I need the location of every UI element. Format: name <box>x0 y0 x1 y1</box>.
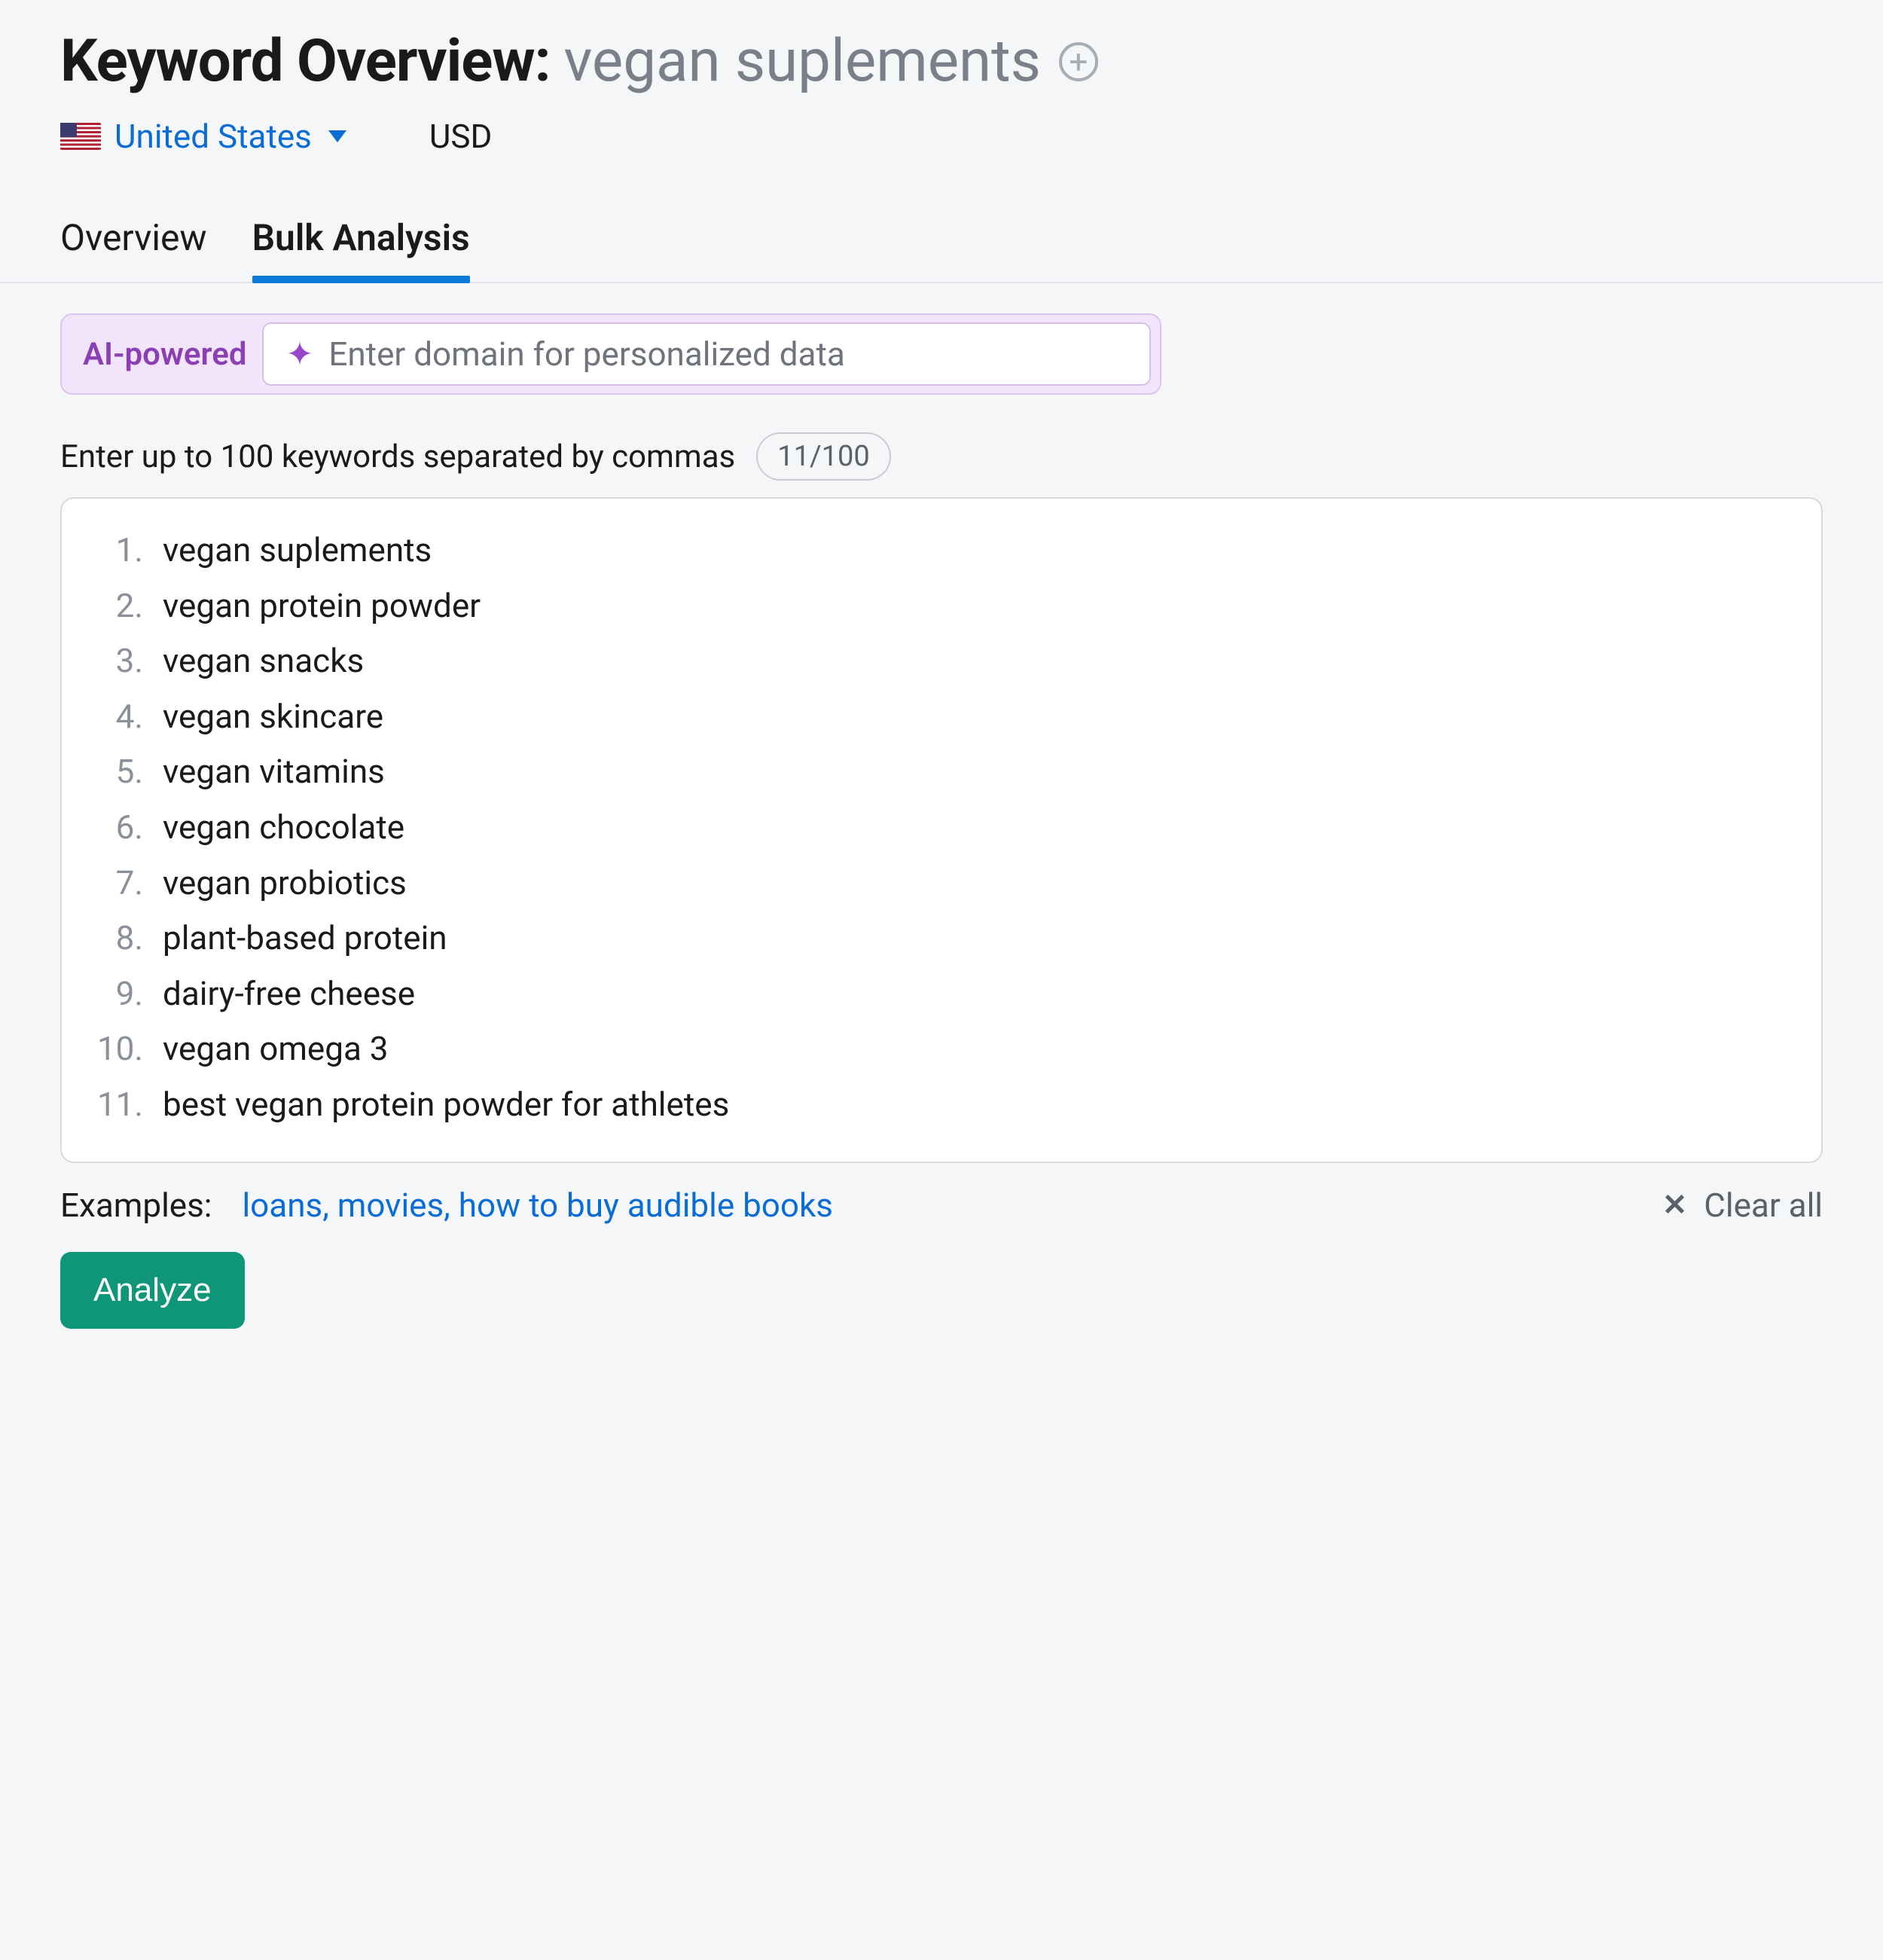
keyword-number: 10. <box>95 1026 143 1073</box>
keyword-limit-label: Enter up to 100 keywords separated by co… <box>60 438 735 475</box>
keyword-number: 4. <box>95 694 143 740</box>
keyword-row: 7. vegan probiotics <box>95 856 1788 911</box>
keyword-count-pill: 11/100 <box>756 432 890 481</box>
examples-link[interactable]: loans, movies, how to buy audible books <box>242 1186 833 1225</box>
keyword-text: best vegan protein powder for athletes <box>163 1082 729 1128</box>
domain-input[interactable]: ✦ Enter domain for personalized data <box>262 322 1151 386</box>
us-flag-icon <box>60 123 101 150</box>
chevron-down-icon <box>328 130 346 142</box>
close-icon: ✕ <box>1662 1187 1688 1223</box>
examples-label: Examples: <box>60 1186 212 1225</box>
keyword-number: 5. <box>95 749 143 795</box>
sparkle-icon: ✦ <box>286 337 314 371</box>
keyword-row: 9. dairy-free cheese <box>95 966 1788 1022</box>
add-keyword-icon[interactable]: + <box>1059 42 1098 81</box>
keyword-number: 8. <box>95 915 143 962</box>
page-title-prefix: Keyword Overview: <box>60 27 551 96</box>
clear-all-button[interactable]: ✕ Clear all <box>1662 1186 1823 1225</box>
keyword-number: 9. <box>95 971 143 1018</box>
domain-placeholder: Enter domain for personalized data <box>328 334 844 374</box>
keyword-text: dairy-free cheese <box>163 971 415 1018</box>
ai-bar: AI-powered ✦ Enter domain for personaliz… <box>60 313 1161 395</box>
keyword-row: 5. vegan vitamins <box>95 744 1788 800</box>
currency-label: USD <box>429 117 493 156</box>
keyword-row: 1. vegan suplements <box>95 523 1788 579</box>
clear-all-label: Clear all <box>1704 1186 1823 1225</box>
analyze-button[interactable]: Analyze <box>60 1252 245 1329</box>
country-select[interactable]: United States <box>60 117 346 156</box>
keyword-row: 2. vegan protein powder <box>95 579 1788 634</box>
keyword-number: 1. <box>95 527 143 574</box>
tab-bulk-analysis[interactable]: Bulk Analysis <box>252 216 470 282</box>
country-label: United States <box>114 117 312 156</box>
keyword-row: 6. vegan chocolate <box>95 800 1788 856</box>
keyword-number: 7. <box>95 860 143 907</box>
keyword-row: 4. vegan skincare <box>95 689 1788 745</box>
keyword-row: 11. best vegan protein powder for athlete… <box>95 1077 1788 1133</box>
keyword-text: vegan vitamins <box>163 749 385 795</box>
keyword-row: 8. plant-based protein <box>95 911 1788 966</box>
keyword-number: 11. <box>95 1082 143 1128</box>
keyword-text: vegan chocolate <box>163 804 404 851</box>
keywords-textarea[interactable]: 1. vegan suplements 2. vegan protein powder… <box>60 497 1823 1163</box>
keyword-number: 6. <box>95 804 143 851</box>
keyword-text: vegan probiotics <box>163 860 407 907</box>
keyword-row: 10. vegan omega 3 <box>95 1021 1788 1077</box>
keyword-text: vegan skincare <box>163 694 383 740</box>
tab-overview[interactable]: Overview <box>60 216 207 282</box>
page-title-keyword: vegan suplements <box>564 27 1041 96</box>
keyword-text: vegan protein powder <box>163 583 481 630</box>
keyword-text: vegan snacks <box>163 638 364 685</box>
ai-badge: AI-powered <box>83 336 247 373</box>
keyword-text: plant-based protein <box>163 915 447 962</box>
tabs: Overview Bulk Analysis <box>0 216 1883 283</box>
keyword-text: vegan omega 3 <box>163 1026 389 1073</box>
keyword-text: vegan suplements <box>163 527 432 574</box>
keyword-number: 3. <box>95 638 143 685</box>
keyword-number: 2. <box>95 583 143 630</box>
keyword-row: 3. vegan snacks <box>95 633 1788 689</box>
